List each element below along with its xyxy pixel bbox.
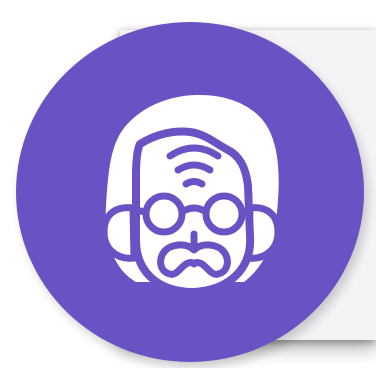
right-lens xyxy=(202,192,246,236)
glasses-left-arm xyxy=(130,206,150,216)
avatar-stage xyxy=(0,0,376,368)
glasses-bridge xyxy=(178,204,210,216)
glasses-right-arm xyxy=(238,206,254,216)
old-man-avatar-icon xyxy=(100,94,282,296)
left-lens xyxy=(142,192,186,236)
left-ear xyxy=(100,204,138,262)
wrinkle-3 xyxy=(182,178,206,188)
